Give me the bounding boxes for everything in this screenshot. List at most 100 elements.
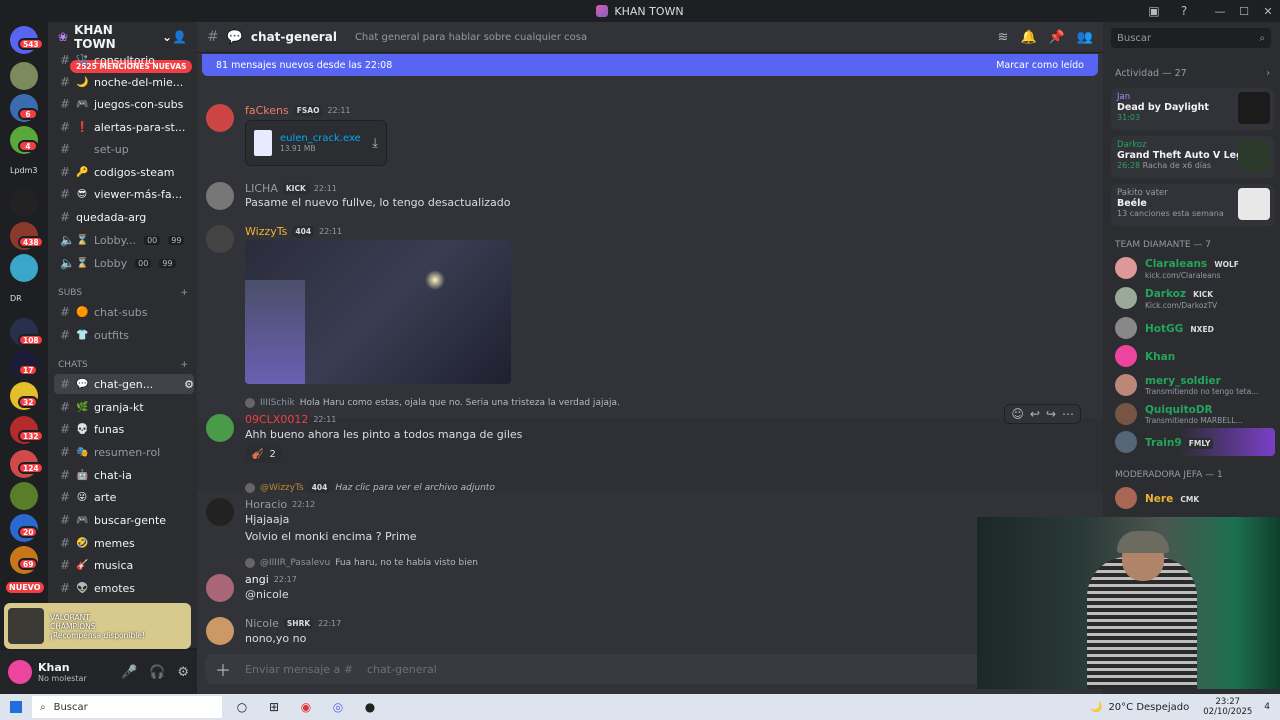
maximize-button[interactable]: ☐	[1232, 0, 1256, 22]
author-name[interactable]: Nicole	[245, 617, 279, 630]
reply-text[interactable]: Hola Haru como estas, ojala que no. Seri…	[300, 398, 620, 408]
reaction[interactable]: 🎻 2	[245, 445, 282, 463]
member-item[interactable]: Claraleans WOLF kick.com/Claraleans	[1115, 254, 1275, 282]
author-name[interactable]: Horacio	[245, 498, 287, 511]
channel-item[interactable]: # 🎸 musica	[54, 555, 194, 575]
download-icon[interactable]: ⤓	[372, 136, 378, 151]
channel-item[interactable]: # quedada-arg	[54, 207, 194, 227]
channel-item[interactable]: # 🌿 granja-kt	[54, 397, 194, 417]
category-subs[interactable]: SUBS +	[58, 288, 188, 298]
add-member-icon[interactable]: 👤	[172, 30, 187, 44]
channel-item[interactable]: # ❗ alertas-para-st...	[54, 117, 194, 137]
more-icon[interactable]: ⋯	[1062, 407, 1074, 421]
avatar[interactable]	[206, 617, 234, 645]
channel-item[interactable]: # 🩺 consultorio	[54, 50, 194, 70]
chrome-icon[interactable]: ◉	[296, 697, 316, 717]
server-icon[interactable]	[10, 62, 38, 90]
threads-icon[interactable]: ≋	[998, 30, 1009, 45]
avatar[interactable]	[206, 182, 234, 210]
discord-icon[interactable]: ◎	[328, 697, 348, 717]
pin-icon[interactable]: 📌	[1049, 30, 1065, 45]
close-button[interactable]: ✕	[1256, 0, 1280, 22]
headphones-icon[interactable]: 🎧	[149, 665, 165, 680]
avatar[interactable]	[206, 225, 234, 253]
reply-text[interactable]: Fua haru, no te había visto bien	[335, 558, 478, 568]
obs-icon[interactable]: ●	[360, 697, 380, 717]
help-icon[interactable]: ?	[1176, 3, 1192, 19]
file-attachment[interactable]: eulen_crack.exe 13.91 MB ⤓	[245, 120, 387, 166]
plus-icon[interactable]: +	[180, 360, 188, 370]
channel-item[interactable]: # 👕 outfits	[54, 325, 194, 345]
clock[interactable]: 23:27 02/10/2025	[1203, 697, 1252, 717]
inbox-icon[interactable]: ▣	[1146, 3, 1162, 19]
author-name[interactable]: faCkens	[245, 104, 289, 117]
channel-item[interactable]: # set-up	[54, 139, 194, 159]
author-name[interactable]: LICHA	[245, 182, 278, 195]
avatar[interactable]	[206, 574, 234, 602]
reply-author[interactable]: @WizzyTs	[260, 483, 304, 493]
file-name[interactable]: eulen_crack.exe	[280, 133, 361, 144]
activity-card[interactable]: Pakito vater Beéle 13 canciones esta sem…	[1111, 184, 1274, 226]
members-icon[interactable]: 👥	[1077, 30, 1093, 45]
author-name[interactable]: 09CLX0012	[245, 413, 308, 426]
bell-icon[interactable]: 🔔	[1020, 30, 1036, 45]
activity-card[interactable]: Jan Dead by Daylight 31:03	[1111, 88, 1274, 130]
channel-item[interactable]: # 🤖 chat-ia	[54, 465, 194, 485]
promo-card[interactable]: VALORANT CHAMPIONS ¡Recompensa disponible!	[4, 603, 191, 649]
gear-icon[interactable]: ⚙	[177, 665, 189, 680]
new-messages-bar[interactable]: 81 mensajes nuevos desde las 22:08 Marcar…	[202, 54, 1098, 76]
reply-author[interactable]: @IIIIR_Pasalevu	[260, 558, 330, 568]
forward-icon[interactable]: ↪	[1046, 407, 1056, 421]
taskbar-search[interactable]: ⌕ Buscar	[32, 696, 222, 718]
settings-icon[interactable]: ⚙	[184, 378, 194, 391]
author-name[interactable]: angi	[245, 573, 269, 586]
server-label[interactable]: DR	[10, 294, 22, 303]
start-button[interactable]	[0, 701, 32, 713]
chevron-right-icon[interactable]: ›	[1266, 68, 1270, 79]
server-label[interactable]: Lpdm3	[10, 166, 38, 175]
channel-topic[interactable]: Chat general para hablar sobre cualquier…	[355, 32, 587, 43]
server-icon[interactable]	[10, 188, 38, 216]
voice-channel-item[interactable]: 🔈 ⌛ Lobby... 00 99	[54, 230, 194, 250]
member-item[interactable]: Nere CMK	[1115, 484, 1275, 512]
task-view-icon[interactable]: ○	[232, 697, 252, 717]
member-item[interactable]: Darkoz KICK Kick.com/DarkozTV	[1115, 284, 1275, 312]
member-item[interactable]: mery_soldier Transmitiendo no tengo teta.…	[1115, 371, 1275, 399]
author-name[interactable]: WizzyTs	[245, 225, 287, 238]
server-icon[interactable]	[10, 482, 38, 510]
member-item[interactable]: QuiquitoDR Transmitiendo MARBELL...	[1115, 400, 1275, 428]
channel-item[interactable]: # 🔑 codigos-steam	[54, 162, 194, 182]
server-icon[interactable]	[10, 254, 38, 282]
minimize-button[interactable]: —	[1208, 0, 1232, 22]
image-attachment[interactable]	[245, 240, 511, 384]
notification-badge[interactable]: 4	[1264, 702, 1270, 712]
channel-item[interactable]: # 😎 viewer-más-fa...	[54, 184, 194, 204]
channel-item[interactable]: # 🟠 chat-subs	[54, 302, 194, 322]
mark-read-button[interactable]: Marcar como leído	[996, 60, 1084, 71]
channel-item[interactable]: # 🌙 noche-del-mie...	[54, 72, 194, 92]
channel-item[interactable]: # 🎭 resumen-rol	[54, 442, 194, 462]
member-item[interactable]: Khan	[1115, 342, 1275, 370]
add-reaction-icon[interactable]: ☺	[1011, 407, 1024, 421]
channel-item[interactable]: # 🎮 juegos-con-subs	[54, 94, 194, 114]
member-item[interactable]: HotGG NXED	[1115, 314, 1275, 342]
weather-widget[interactable]: 🌙 20°C Despejado	[1090, 702, 1189, 713]
voice-channel-item[interactable]: 🔈 ⌛ Lobby 00 99	[54, 253, 194, 273]
avatar[interactable]	[8, 660, 32, 684]
channel-item[interactable]: # 💀 funas	[54, 419, 194, 439]
add-attachment-icon[interactable]: ＋	[215, 657, 231, 681]
new-server-label[interactable]: NUEVO	[6, 582, 44, 593]
avatar[interactable]	[206, 414, 234, 442]
reply-author[interactable]: IIIISchik	[260, 398, 295, 408]
channel-item[interactable]: # 🤣 memes	[54, 533, 194, 553]
category-chats[interactable]: CHATS +	[58, 360, 188, 370]
channel-item[interactable]: # 😜 arte	[54, 487, 194, 507]
channel-item[interactable]: # 👽 emotes	[54, 578, 194, 598]
reply-text[interactable]: Haz clic para ver el archivo adjunto	[335, 483, 495, 493]
reply-icon[interactable]: ↩	[1030, 407, 1040, 421]
plus-icon[interactable]: +	[180, 288, 188, 298]
microphone-icon[interactable]: 🎤	[121, 665, 137, 680]
server-header[interactable]: ❀ KHAN TOWN ⌄ 👤	[48, 22, 197, 52]
member-item[interactable]: Train9 FMLY	[1115, 428, 1275, 456]
widgets-icon[interactable]: ⊞	[264, 697, 284, 717]
